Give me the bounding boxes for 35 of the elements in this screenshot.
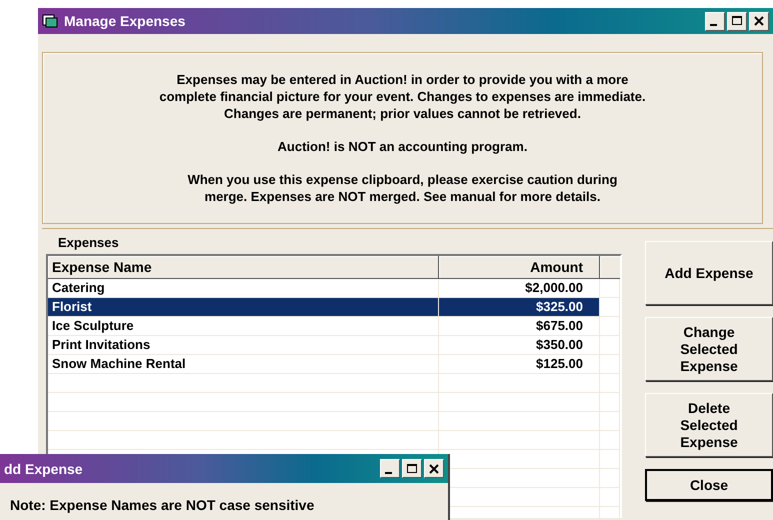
table-cell[interactable]: Ice Sculpture [48, 317, 439, 335]
close-icon [753, 15, 765, 27]
table-cell[interactable]: Florist [48, 298, 439, 316]
table-cell[interactable]: Snow Machine Rental [48, 355, 439, 373]
minimize-button[interactable] [705, 12, 725, 30]
maximize-button[interactable] [727, 12, 747, 30]
action-button[interactable]: Add Expense [645, 241, 773, 305]
maximize-button[interactable] [402, 459, 422, 478]
minimize-icon [384, 472, 392, 474]
table-cell[interactable]: $125.00 [439, 355, 600, 373]
minimize-button[interactable] [380, 459, 400, 478]
action-button[interactable]: Delete Selected Expense [645, 393, 773, 457]
notice-text: When you use this expense clipboard, please exercise caution during merge. Expenses are NOT merged. See manual for more details. [188, 171, 618, 205]
table-cell[interactable]: $675.00 [439, 317, 600, 335]
close-icon [428, 462, 440, 474]
table-cell[interactable]: Catering [48, 279, 439, 297]
notice-text: Auction! is NOT an accounting program. [278, 138, 528, 155]
minimize-icon [710, 24, 716, 26]
table-cell[interactable]: Print Invitations [48, 336, 439, 354]
maximize-icon [731, 15, 743, 27]
column-header[interactable]: Expense Name [48, 256, 439, 278]
header-filler [600, 256, 620, 278]
table-cell[interactable]: $350.00 [439, 336, 600, 354]
window-title: Manage Expenses [64, 13, 186, 29]
close-button[interactable] [424, 459, 444, 478]
action-button[interactable]: Change Selected Expense [645, 317, 773, 381]
maximize-icon [406, 462, 418, 474]
close-button[interactable] [749, 12, 769, 30]
section-label: Expenses [58, 235, 120, 250]
action-button[interactable]: Close [645, 469, 773, 501]
table-cell[interactable]: $325.00 [439, 298, 600, 316]
notice-text: Expenses may be entered in Auction! in order to provide you with a more complete financial picture for your event. Changes to expenses are immediate. Changes are permanent; prior values cannot be retrieved. [159, 71, 646, 122]
table-cell[interactable]: $2,000.00 [439, 279, 600, 297]
window-icon [42, 13, 58, 29]
column-header[interactable]: Amount [439, 256, 600, 278]
